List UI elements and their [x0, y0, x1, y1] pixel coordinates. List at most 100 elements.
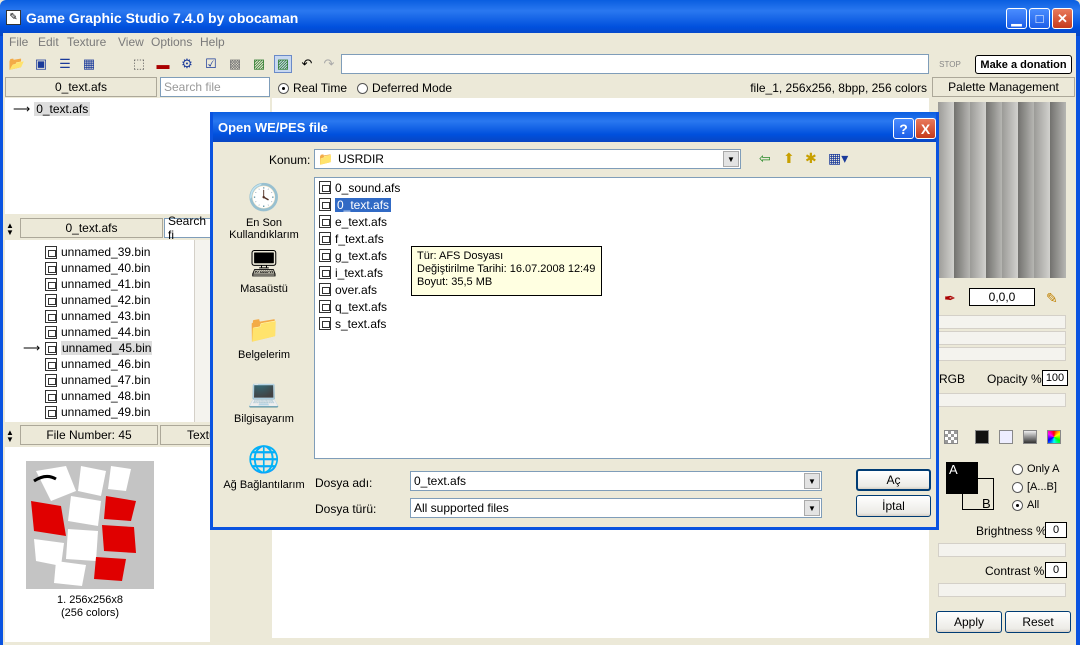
- window-titlebar[interactable]: ✎ Game Graphic Studio 7.4.0 by obocaman …: [0, 0, 1080, 36]
- file-list-item[interactable]: 0_sound.afs: [319, 180, 400, 195]
- stop-button[interactable]: STOP: [931, 56, 969, 72]
- list-item[interactable]: unnamed_48.bin: [45, 388, 150, 404]
- file-list-scrollbar[interactable]: [194, 240, 210, 422]
- dark-swatch-icon[interactable]: [975, 430, 989, 444]
- file-list-item[interactable]: over.afs: [319, 282, 377, 297]
- place-item[interactable]: 🖥 Masaüstü: [219, 246, 309, 296]
- texture-thumbnail[interactable]: [26, 461, 154, 589]
- path-input[interactable]: [341, 54, 929, 74]
- dialog-titlebar[interactable]: Open WE/PES file ? X: [213, 112, 936, 142]
- list-item[interactable]: unnamed_42.bin: [45, 292, 150, 308]
- list-item[interactable]: unnamed_47.bin: [45, 372, 150, 388]
- file-list-item[interactable]: g_text.afs: [319, 248, 387, 263]
- file-list-item[interactable]: e_text.afs: [319, 214, 387, 229]
- opacity-slider[interactable]: [938, 393, 1066, 407]
- list-item[interactable]: unnamed_46.bin: [45, 356, 150, 372]
- new-folder-icon[interactable]: ✱: [805, 150, 817, 167]
- checker-icon[interactable]: [944, 430, 958, 444]
- mid-spin[interactable]: ▲ ▼: [6, 222, 18, 237]
- contrast-field[interactable]: 0: [1045, 562, 1067, 578]
- palette-grid[interactable]: [938, 102, 1066, 278]
- only-a-option[interactable]: Only A: [1012, 463, 1059, 475]
- undo-icon[interactable]: ↶: [298, 55, 316, 73]
- texture-tab[interactable]: Textu: [160, 425, 212, 445]
- brightness-slider[interactable]: [938, 543, 1066, 557]
- file-number-tab[interactable]: File Number: 45: [20, 425, 158, 445]
- location-combo[interactable]: 📁 USRDIR ▼: [314, 149, 741, 169]
- checklist-icon[interactable]: ☑: [202, 55, 220, 73]
- close-button[interactable]: ✕: [1052, 8, 1073, 29]
- list-item[interactable]: unnamed_41.bin: [45, 276, 150, 292]
- realtime-radio[interactable]: [278, 82, 289, 94]
- dialog-close-button[interactable]: X: [915, 118, 936, 139]
- select-rect-icon[interactable]: ⬚: [130, 55, 148, 73]
- image-icon[interactable]: ▨: [250, 55, 268, 73]
- filename-combo[interactable]: 0_text.afs ▼: [410, 471, 822, 491]
- opacity-field[interactable]: 100: [1042, 370, 1068, 386]
- menu-edit[interactable]: Edit: [38, 35, 59, 49]
- open-folder-icon[interactable]: 📂: [8, 55, 26, 73]
- chevron-down-icon[interactable]: ▼: [723, 151, 739, 167]
- eyedropper-icon[interactable]: ✒: [944, 290, 956, 307]
- tree-icon[interactable]: ☰: [56, 55, 74, 73]
- place-item[interactable]: 💻 Bilgisayarım: [219, 376, 309, 426]
- light-swatch-icon[interactable]: [999, 430, 1013, 444]
- chevron-down-icon[interactable]: ▼: [804, 500, 820, 516]
- menu-options[interactable]: Options: [151, 35, 192, 49]
- place-item[interactable]: 📁 Belgelerim: [219, 312, 309, 362]
- menu-texture[interactable]: Texture: [67, 35, 106, 49]
- list-item[interactable]: ⟶ unnamed_45.bin: [23, 340, 153, 356]
- transparency-icon[interactable]: ▩: [226, 55, 244, 73]
- range-option[interactable]: [A...B]: [1012, 481, 1057, 493]
- minimize-button[interactable]: ▁: [1006, 8, 1027, 29]
- image-view-icon[interactable]: ▨: [274, 55, 292, 73]
- save-icon[interactable]: ▣: [32, 55, 50, 73]
- file-number-spin[interactable]: ▲ ▼: [6, 429, 18, 444]
- file-list[interactable]: 0_sound.afs 0_text.afs e_text.afs f_text.af…: [314, 177, 931, 459]
- donate-button[interactable]: Make a donation: [975, 55, 1072, 74]
- deferred-radio[interactable]: [357, 82, 369, 94]
- place-item[interactable]: 🕓 En Son Kullandıklarım: [219, 180, 309, 242]
- contrast-slider[interactable]: [938, 583, 1066, 597]
- open-button[interactable]: Aç: [856, 469, 931, 491]
- file-list-item[interactable]: 0_text.afs: [319, 197, 392, 212]
- swatch-a[interactable]: A: [946, 462, 978, 494]
- list-item[interactable]: unnamed_44.bin: [45, 324, 150, 340]
- cancel-button[interactable]: İptal: [856, 495, 931, 517]
- filetype-combo[interactable]: All supported files ▼: [410, 498, 822, 518]
- color-slider-g[interactable]: [938, 331, 1066, 345]
- back-icon[interactable]: ⇦: [759, 150, 771, 167]
- all-radio[interactable]: [1012, 499, 1023, 511]
- pencil-icon[interactable]: ✎: [1046, 290, 1058, 307]
- top-search-input[interactable]: Search file: [160, 77, 270, 97]
- list-item[interactable]: unnamed_39.bin: [45, 244, 150, 260]
- filmstrip-icon[interactable]: ▬: [154, 55, 172, 73]
- redo-icon[interactable]: ↷: [320, 55, 338, 73]
- only-a-radio[interactable]: [1012, 463, 1023, 475]
- menu-view[interactable]: View: [118, 35, 144, 49]
- menu-file[interactable]: File: [9, 35, 28, 49]
- rainbow-icon[interactable]: [1047, 430, 1061, 444]
- help-button[interactable]: ?: [893, 118, 914, 139]
- color-value-field[interactable]: 0,0,0: [969, 288, 1035, 306]
- gear-icon[interactable]: ⚙: [178, 55, 196, 73]
- color-slider-b[interactable]: [938, 347, 1066, 361]
- list-item[interactable]: unnamed_49.bin: [45, 404, 150, 420]
- file-list-item[interactable]: s_text.afs: [319, 316, 386, 331]
- brightness-field[interactable]: 0: [1045, 522, 1067, 538]
- color-slider-r[interactable]: [938, 315, 1066, 329]
- all-option[interactable]: All: [1012, 499, 1039, 511]
- view-menu-icon[interactable]: ▦▾: [828, 150, 848, 167]
- tree-item[interactable]: ⟶ 0_text.afs: [13, 101, 91, 117]
- gradient-icon[interactable]: [1023, 430, 1037, 444]
- maximize-button[interactable]: □: [1029, 8, 1050, 29]
- file-list-item[interactable]: q_text.afs: [319, 299, 387, 314]
- mid-panel-tab[interactable]: 0_text.afs: [20, 218, 163, 238]
- mid-search-input[interactable]: Search fi: [164, 214, 214, 242]
- place-item[interactable]: 🌐 Ağ Bağlantılarım: [219, 442, 309, 492]
- list-item[interactable]: unnamed_43.bin: [45, 308, 150, 324]
- up-folder-icon[interactable]: ⬆: [783, 150, 795, 167]
- list-item[interactable]: unnamed_40.bin: [45, 260, 150, 276]
- file-list-item[interactable]: i_text.afs: [319, 265, 383, 280]
- range-radio[interactable]: [1012, 481, 1023, 493]
